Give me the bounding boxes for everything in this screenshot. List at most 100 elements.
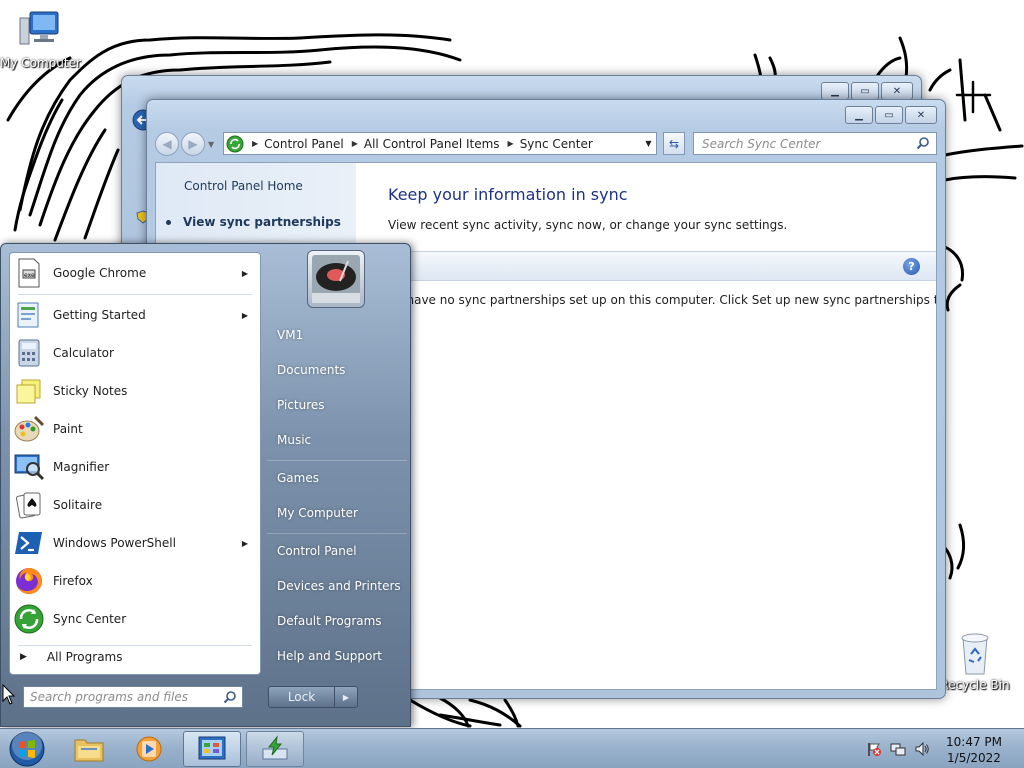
program-paint[interactable]: Paint (12, 410, 258, 448)
minimize-button[interactable]: ▁ (821, 82, 849, 100)
minimize-button[interactable]: ▁ (845, 106, 873, 124)
media-player-icon (136, 736, 162, 762)
search-icon[interactable] (223, 690, 237, 704)
close-button[interactable]: ✕ (905, 106, 937, 124)
computer-icon (19, 11, 59, 45)
divider (18, 645, 252, 646)
breadcrumb-separator-icon[interactable]: ▶ (352, 139, 358, 148)
network-icon[interactable] (890, 741, 906, 757)
control-panel-icon (198, 736, 226, 760)
start-link-games[interactable]: Games (277, 471, 319, 485)
chrome-doc-icon: exe (18, 258, 40, 288)
breadcrumb-sync-center[interactable]: Sync Center (520, 137, 593, 151)
program-name: Google Chrome (53, 266, 147, 280)
start-link-my-computer[interactable]: My Computer (277, 506, 358, 520)
address-dropdown-icon[interactable]: ▼ (640, 133, 656, 154)
solitaire-icon (16, 492, 41, 519)
view-sync-partnerships-link[interactable]: View sync partnerships (166, 215, 341, 229)
green-arrow-sync-icon (262, 735, 288, 760)
selected-bullet-icon (166, 220, 171, 225)
search-placeholder: Search Sync Center (702, 136, 821, 151)
calculator-icon (18, 339, 40, 367)
taskbar-clock[interactable]: 10:47 PM 1/5/2022 (930, 734, 1018, 766)
system-tray (866, 741, 930, 757)
recycle-bin-desktop-icon[interactable]: Recycle Bin (936, 630, 1014, 692)
sync-center-small-icon (226, 135, 244, 152)
submenu-arrow-icon[interactable]: ▶ (242, 269, 248, 278)
maximize-button[interactable]: ▭ (851, 82, 879, 100)
start-link-music[interactable]: Music (277, 433, 311, 447)
taskbar: 10:47 PM 1/5/2022 (0, 728, 1024, 768)
sticky-notes-icon (16, 379, 41, 404)
paint-icon (14, 415, 45, 442)
my-computer-label: My Computer (0, 56, 81, 70)
close-button[interactable]: ✕ (881, 82, 913, 100)
program-name: Windows PowerShell (53, 536, 176, 550)
svg-text:exe: exe (24, 272, 35, 279)
taskbar-media-player-button[interactable] (120, 731, 178, 767)
start-link-pictures[interactable]: Pictures (277, 398, 325, 412)
program-name: Calculator (53, 346, 114, 360)
program-name: Sync Center (53, 612, 127, 626)
forward-arrow-icon: ▶ (188, 137, 198, 151)
program-sticky-notes[interactable]: Sticky Notes (12, 372, 258, 410)
start-link-help-support[interactable]: Help and Support (277, 649, 382, 663)
start-link-default-programs[interactable]: Default Programs (277, 614, 382, 628)
recycle-bin-icon (961, 633, 989, 675)
maximize-button[interactable]: ▭ (875, 106, 903, 124)
start-search-input[interactable]: Search programs and files (23, 686, 243, 708)
recycle-bin-label: Recycle Bin (940, 678, 1010, 692)
program-google-chrome[interactable]: exe Google Chrome ▶ (12, 254, 258, 292)
taskbar-control-panel-button[interactable] (183, 731, 241, 767)
program-name: Sticky Notes (53, 384, 128, 398)
program-name: Magnifier (53, 460, 110, 474)
submenu-arrow-icon[interactable]: ▶ (242, 539, 248, 548)
breadcrumb-separator-icon[interactable]: ▶ (252, 139, 258, 148)
program-sync-center[interactable]: Sync Center (12, 600, 258, 638)
help-icon[interactable]: ? (903, 258, 920, 275)
address-bar[interactable]: ▶ Control Panel ▶ All Control Panel Item… (223, 132, 657, 155)
taskbar-explorer-button[interactable] (60, 731, 118, 767)
search-input[interactable]: Search Sync Center (693, 132, 937, 155)
shutdown-options-arrow-icon[interactable]: ▶ (335, 687, 357, 707)
all-programs-arrow-icon: ▶ (20, 652, 27, 662)
submenu-arrow-icon[interactable]: ▶ (242, 311, 248, 320)
control-panel-home-link[interactable]: Control Panel Home (184, 179, 303, 193)
forward-button[interactable]: ▶ (181, 132, 205, 156)
my-computer-desktop-icon[interactable]: My Computer (0, 8, 81, 70)
program-getting-started[interactable]: Getting Started ▶ (12, 296, 258, 334)
refresh-button[interactable]: ⇆ (663, 132, 685, 155)
breadcrumb-all-items[interactable]: All Control Panel Items (364, 137, 500, 151)
start-link-documents[interactable]: Documents (277, 363, 345, 377)
breadcrumb-control-panel[interactable]: Control Panel (264, 137, 344, 151)
breadcrumb-separator-icon[interactable]: ▶ (508, 139, 514, 148)
lock-label: Lock (269, 687, 335, 707)
program-magnifier[interactable]: Magnifier (12, 448, 258, 486)
program-firefox[interactable]: Firefox (12, 562, 258, 600)
view-sync-partnerships-label: View sync partnerships (183, 215, 341, 229)
recent-pages-chevron-icon[interactable]: ▼ (208, 140, 214, 149)
program-solitaire[interactable]: Solitaire (12, 486, 258, 524)
lock-button[interactable]: Lock ▶ (268, 686, 358, 708)
all-programs-label: All Programs (46, 650, 123, 664)
back-button[interactable]: ◀ (155, 132, 179, 156)
start-link-user[interactable]: VM1 (277, 328, 303, 342)
taskbar-sync-button[interactable] (246, 731, 304, 767)
windows-orb-icon (9, 730, 45, 767)
volume-icon[interactable] (914, 741, 930, 757)
page-description: View recent sync activity, sync now, or … (388, 218, 788, 232)
start-link-devices-printers[interactable]: Devices and Printers (277, 579, 401, 593)
all-programs-button[interactable]: ▶ All Programs (20, 650, 123, 664)
start-search-placeholder: Search programs and files (30, 690, 188, 704)
main-pane: Keep your information in sync View recen… (156, 163, 936, 689)
start-link-control-panel[interactable]: Control Panel (277, 544, 357, 558)
start-menu: exe Google Chrome ▶ Getting Started ▶ Ca… (0, 243, 411, 727)
start-button[interactable] (4, 730, 50, 768)
program-calculator[interactable]: Calculator (12, 334, 258, 372)
sync-center-icon (14, 604, 44, 634)
clock-time: 10:47 PM (946, 735, 1002, 749)
action-center-flag-icon[interactable] (866, 741, 882, 757)
search-icon[interactable] (916, 136, 930, 150)
program-windows-powershell[interactable]: Windows PowerShell ▶ (12, 524, 258, 562)
user-avatar[interactable] (307, 250, 365, 308)
